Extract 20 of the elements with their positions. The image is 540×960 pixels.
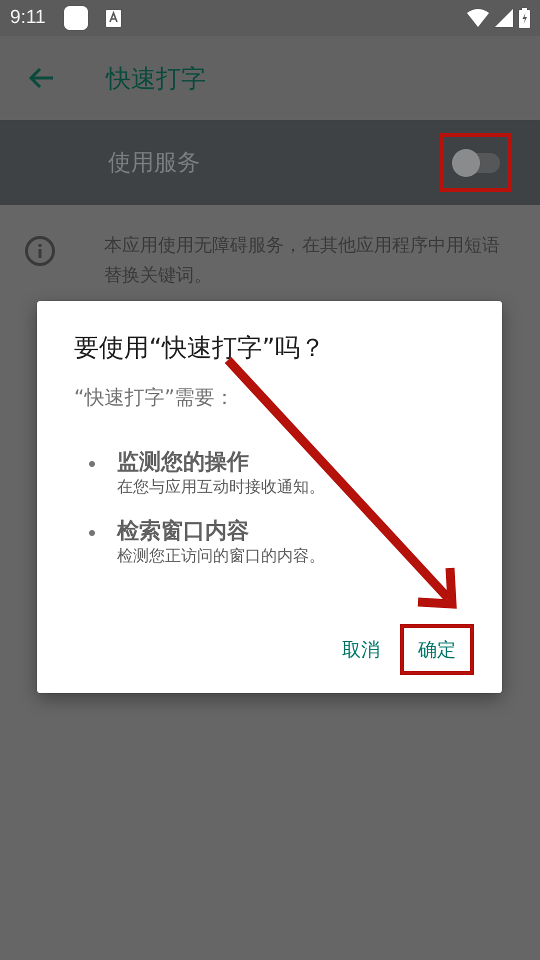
info-icon: [24, 235, 56, 267]
status-time: 9:11: [10, 7, 46, 29]
signal-icon: [495, 9, 513, 27]
keyboard-icon: [106, 10, 121, 26]
back-arrow-icon[interactable]: [28, 67, 54, 89]
dialog-title: 要使用“快速打字”吗？: [74, 332, 326, 364]
bullet: [89, 530, 95, 536]
permission-description: 检测您正访问的窗口的内容。: [117, 546, 325, 567]
app-icon: [64, 6, 88, 30]
permission-title: 检索窗口内容: [117, 518, 250, 546]
wifi-icon: [467, 9, 489, 27]
service-label: 使用服务: [108, 149, 200, 178]
permission-description: 在您与应用互动时接收通知。: [117, 477, 325, 498]
dialog-button[interactable]: 取消: [342, 624, 380, 675]
permission-title: 监测您的操作: [117, 449, 250, 477]
bullet: [89, 461, 95, 467]
toolbar-title: 快速打字: [106, 62, 206, 94]
dialog-subtitle: “快速打字”需要：: [74, 384, 236, 411]
dialog-button[interactable]: 确定: [400, 624, 474, 675]
battery-icon: [519, 8, 530, 28]
